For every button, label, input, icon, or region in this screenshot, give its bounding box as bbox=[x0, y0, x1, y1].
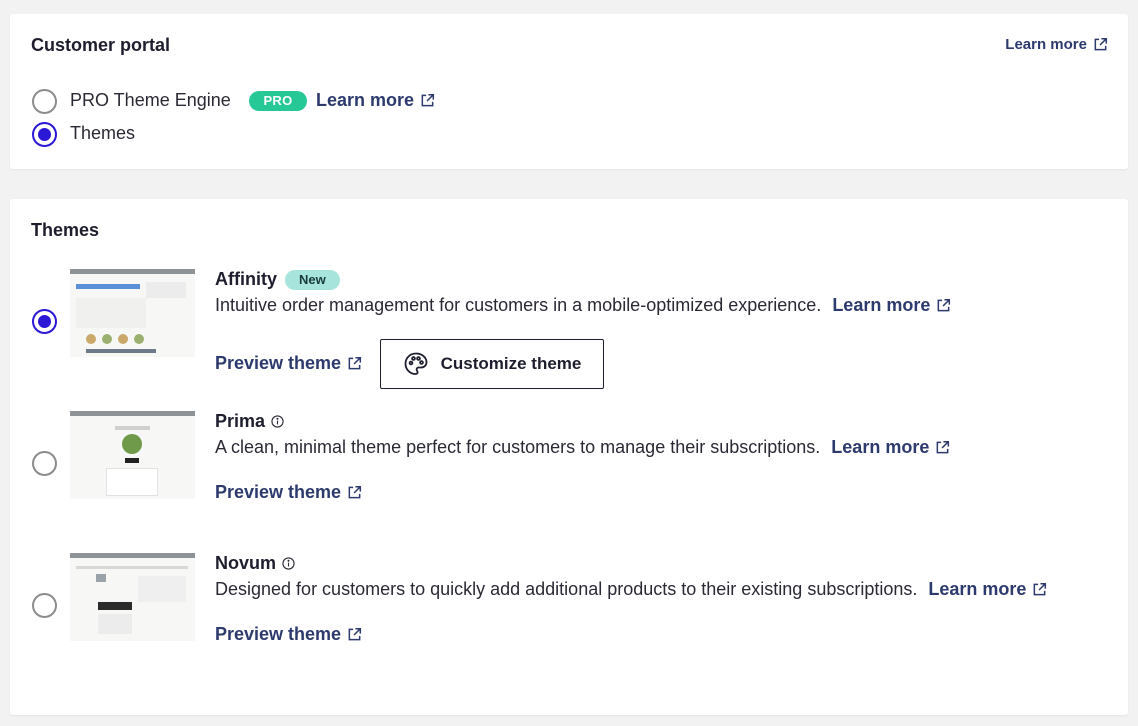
new-badge: New bbox=[285, 269, 340, 290]
info-icon[interactable] bbox=[282, 557, 295, 570]
pro-theme-engine-learn-more-link[interactable]: Learn more bbox=[316, 90, 435, 111]
theme-name-prima: Prima bbox=[215, 411, 284, 432]
learn-more-label: Learn more bbox=[316, 90, 415, 110]
radio-theme-prima[interactable] bbox=[32, 451, 57, 476]
theme-thumbnail-affinity[interactable] bbox=[70, 269, 195, 357]
external-link-icon bbox=[1032, 582, 1047, 597]
prima-preview-theme-link[interactable]: Preview theme bbox=[215, 482, 362, 503]
description-text: Designed for customers to quickly add ad… bbox=[215, 579, 918, 599]
option-label-pro-theme-engine: PRO Theme Engine bbox=[70, 90, 231, 110]
external-link-icon bbox=[1093, 37, 1108, 52]
affinity-preview-theme-link[interactable]: Preview theme bbox=[215, 353, 362, 374]
theme-description-prima: A clean, minimal theme perfect for custo… bbox=[215, 437, 950, 458]
customize-theme-label: Customize theme bbox=[440, 354, 582, 373]
radio-themes[interactable] bbox=[32, 122, 57, 147]
customer-portal-learn-more-link[interactable]: Learn more bbox=[1005, 36, 1108, 53]
theme-title-novum: Novum bbox=[215, 553, 277, 573]
theme-description-affinity: Intuitive order management for customers… bbox=[215, 295, 951, 316]
theme-title-prima: Prima bbox=[215, 411, 266, 431]
external-link-icon bbox=[347, 627, 362, 642]
preview-theme-label: Preview theme bbox=[215, 624, 342, 644]
pro-badge: PRO bbox=[249, 91, 307, 111]
themes-title: Themes bbox=[31, 220, 100, 240]
external-link-icon bbox=[936, 298, 951, 313]
novum-learn-more-link[interactable]: Learn more bbox=[928, 579, 1047, 600]
theme-thumbnail-prima[interactable] bbox=[70, 411, 195, 499]
radio-theme-affinity[interactable] bbox=[32, 309, 57, 334]
theme-name-novum: Novum bbox=[215, 553, 295, 574]
description-text: A clean, minimal theme perfect for custo… bbox=[215, 437, 821, 457]
info-icon[interactable] bbox=[271, 415, 284, 428]
preview-theme-label: Preview theme bbox=[215, 353, 342, 373]
learn-more-label: Learn more bbox=[832, 295, 931, 315]
customer-portal-title: Customer portal bbox=[31, 35, 171, 55]
prima-learn-more-link[interactable]: Learn more bbox=[831, 437, 950, 458]
learn-more-label: Learn more bbox=[928, 579, 1027, 599]
external-link-icon bbox=[420, 93, 435, 108]
description-text: Intuitive order management for customers… bbox=[215, 295, 822, 315]
palette-icon bbox=[403, 351, 429, 377]
learn-more-label: Learn more bbox=[1005, 36, 1087, 53]
theme-title-affinity: Affinity bbox=[215, 269, 277, 289]
theme-description-novum: Designed for customers to quickly add ad… bbox=[215, 579, 1047, 600]
option-label-themes: Themes bbox=[70, 123, 136, 143]
theme-name-affinity: Affinity New bbox=[215, 269, 340, 290]
radio-pro-theme-engine[interactable] bbox=[32, 89, 57, 114]
external-link-icon bbox=[935, 440, 950, 455]
radio-theme-novum[interactable] bbox=[32, 593, 57, 618]
novum-preview-theme-link[interactable]: Preview theme bbox=[215, 624, 362, 645]
themes-card: Themes Affinity New Intuitive order mana… bbox=[10, 199, 1128, 715]
affinity-learn-more-link[interactable]: Learn more bbox=[832, 295, 951, 316]
preview-theme-label: Preview theme bbox=[215, 482, 342, 502]
customer-portal-card: Customer portal Learn more PRO Theme Eng… bbox=[10, 14, 1128, 169]
external-link-icon bbox=[347, 356, 362, 371]
customize-theme-button[interactable]: Customize theme bbox=[380, 339, 604, 389]
external-link-icon bbox=[347, 485, 362, 500]
learn-more-label: Learn more bbox=[831, 437, 930, 457]
theme-thumbnail-novum[interactable] bbox=[70, 553, 195, 641]
